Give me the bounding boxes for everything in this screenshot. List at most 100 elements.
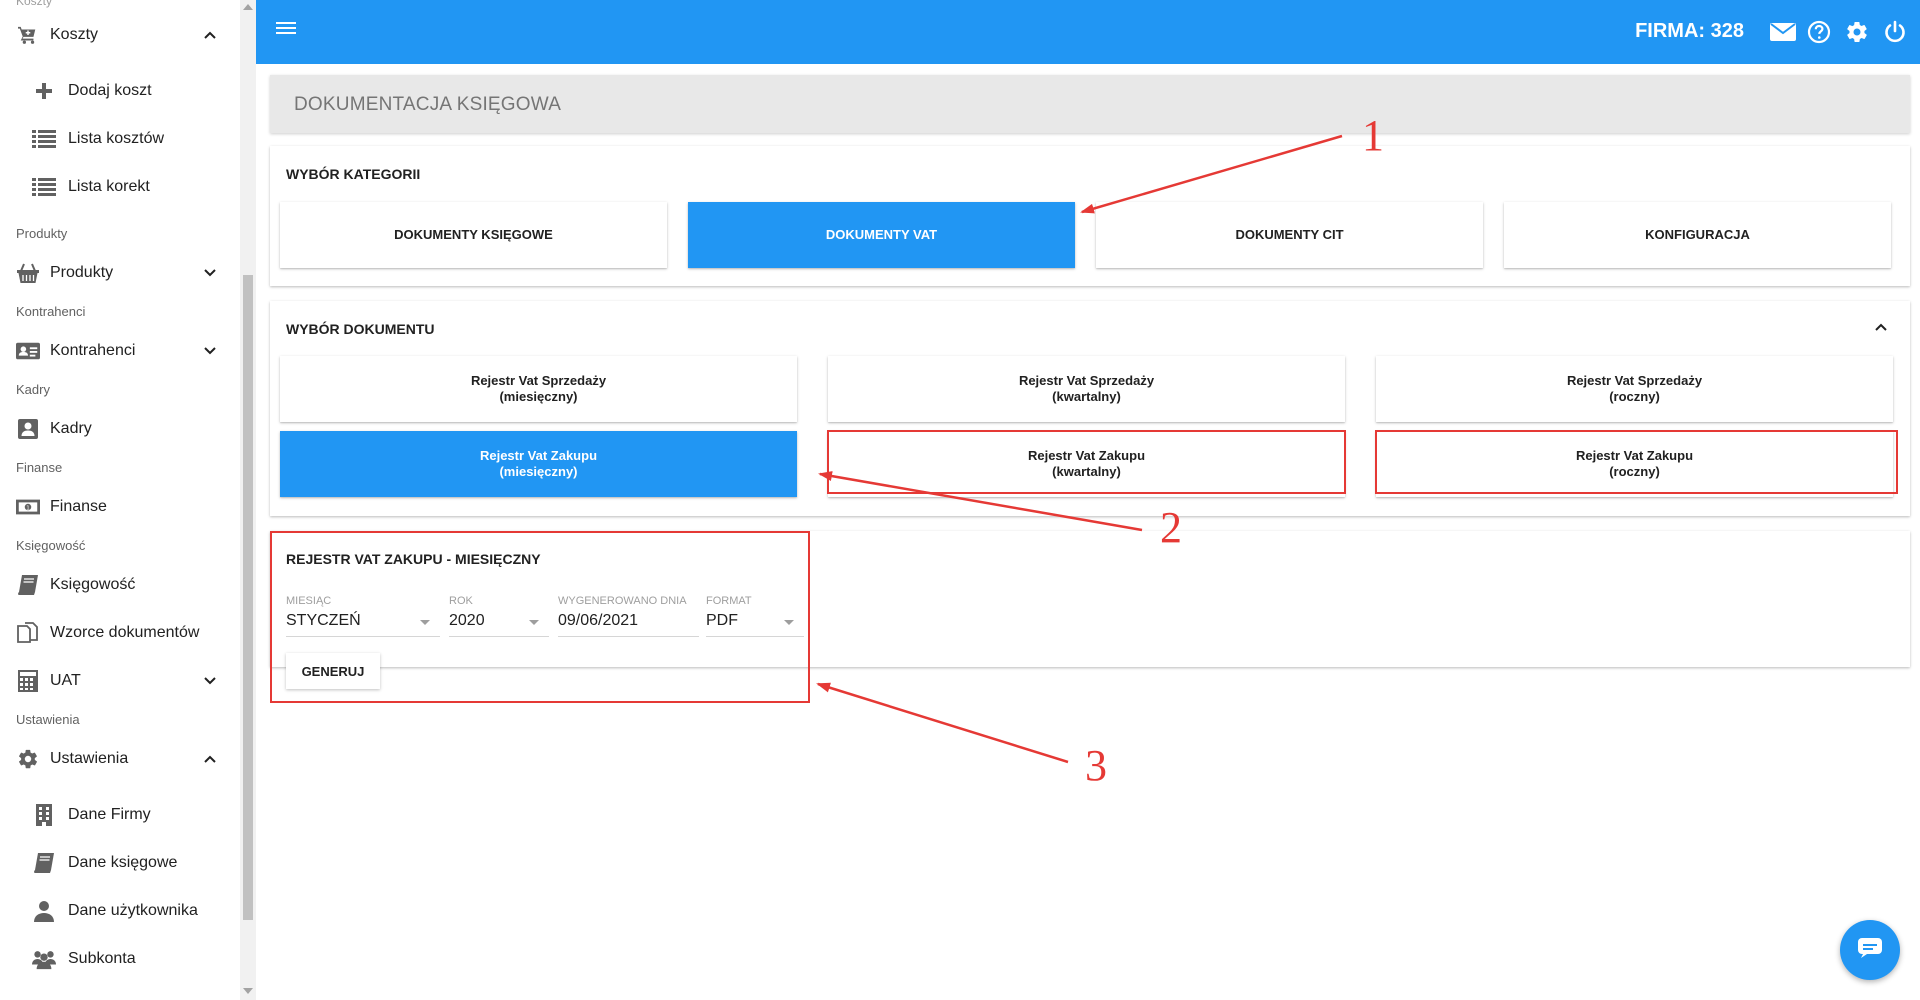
sidebar-item-uat[interactable]: UAT — [0, 660, 240, 702]
category-button-konfiguracja[interactable]: KONFIGURACJA — [1504, 202, 1891, 268]
field-value-text: STYCZEŃ — [286, 612, 361, 629]
list-icon — [32, 175, 56, 199]
users-icon — [32, 947, 56, 971]
category-button-cit[interactable]: DOKUMENTY CIT — [1096, 202, 1483, 268]
format-select[interactable]: FORMAT PDF — [706, 595, 804, 637]
dropdown-arrow-icon[interactable] — [420, 620, 430, 625]
button-label: Rejestr Vat Sprzedaży — [470, 373, 607, 388]
sidebar-item-produkty[interactable]: Produkty — [0, 252, 240, 294]
sidebar-item-finanse[interactable]: 1 Finanse — [0, 486, 240, 528]
chevron-down-icon[interactable] — [200, 341, 220, 361]
field-value-text: 09/06/2021 — [558, 612, 639, 629]
button-label: KONFIGURACJA — [1645, 227, 1750, 242]
dropdown-arrow-icon[interactable] — [784, 620, 794, 625]
sidebar-item-label: Księgowość — [50, 576, 136, 593]
plus-icon — [32, 79, 56, 103]
field-value[interactable]: STYCZEŃ — [286, 612, 440, 637]
button-sublabel: (kwartalny) — [1052, 464, 1121, 479]
top-app-bar: FIRMA: 328 — [256, 0, 1920, 64]
sidebar-item-label: Dane użytkownika — [68, 902, 198, 919]
button-label: DOKUMENTY CIT — [1235, 227, 1344, 242]
sidebar-item-label: UAT — [50, 672, 81, 689]
sidebar-item-label: Ustawienia — [50, 750, 129, 767]
sidebar-item-label: Finanse — [50, 498, 107, 515]
button-sublabel: (roczny) — [1609, 389, 1660, 404]
doc-button-zakup-kwartalny[interactable]: Rejestr Vat Zakupu (kwartalny) — [828, 431, 1345, 497]
sidebar-item-dane-ksiegowe[interactable]: Dane księgowe — [0, 842, 240, 884]
chevron-down-icon[interactable] — [200, 671, 220, 691]
basket-icon — [16, 261, 40, 285]
sidebar-item-wzorce-dokumentow[interactable]: Wzorce dokumentów — [0, 612, 240, 654]
month-select[interactable]: MIESIĄC STYCZEŃ — [286, 595, 440, 637]
field-value[interactable]: PDF — [706, 612, 804, 637]
mail-icon[interactable] — [1770, 19, 1796, 45]
field-value-text: 2020 — [449, 612, 485, 629]
button-label: Rejestr Vat Zakupu — [479, 448, 598, 463]
document-card: WYBÓR DOKUMENTU Rejestr Vat Sprzedaży (m… — [270, 301, 1910, 516]
sidebar-header-ustawienia: Ustawienia — [16, 712, 80, 727]
doc-button-zakup-miesieczny[interactable]: Rejestr Vat Zakupu (miesięczny) — [280, 431, 797, 497]
button-label: DOKUMENTY VAT — [825, 227, 938, 242]
page-title: DOKUMENTACJA KSIĘGOWA — [294, 94, 562, 115]
sidebar-item-dane-uzytkownika[interactable]: Dane użytkownika — [0, 890, 240, 932]
sidebar-cut-header: Koszty — [16, 0, 53, 8]
sidebar-item-dodaj-koszt[interactable]: Dodaj koszt — [0, 70, 240, 112]
annotation-number-2: 2 — [1160, 503, 1182, 552]
sidebar-item-kontrahenci[interactable]: Kontrahenci — [0, 330, 240, 372]
field-label: FORMAT — [706, 595, 752, 607]
sidebar-item-lista-korekt[interactable]: Lista korekt — [0, 166, 240, 208]
doc-button-sprzedaz-miesieczny[interactable]: Rejestr Vat Sprzedaży (miesięczny) — [280, 356, 797, 422]
category-card-title: WYBÓR KATEGORII — [286, 166, 421, 182]
sidebar-item-koszty[interactable]: Koszty — [0, 14, 240, 56]
chevron-up-icon[interactable] — [200, 25, 220, 45]
gear-icon — [16, 747, 40, 771]
sidebar-header-produkty: Produkty — [16, 226, 68, 241]
user-icon — [32, 899, 56, 923]
annotation-number-1: 1 — [1362, 111, 1384, 160]
book-icon — [32, 851, 56, 875]
scroll-up-icon[interactable] — [243, 4, 253, 10]
power-icon[interactable] — [1882, 19, 1908, 45]
document-card-title: WYBÓR DOKUMENTU — [286, 321, 435, 337]
hamburger-menu-icon[interactable] — [276, 20, 300, 44]
field-value[interactable]: 2020 — [449, 612, 549, 637]
doc-button-sprzedaz-roczny[interactable]: Rejestr Vat Sprzedaży (roczny) — [1376, 356, 1893, 422]
dropdown-arrow-icon[interactable] — [529, 620, 539, 625]
sidebar-scrollbar-thumb[interactable] — [243, 275, 253, 920]
sidebar-item-label: Lista korekt — [68, 178, 150, 195]
contact-card-icon — [16, 339, 40, 363]
scroll-down-icon[interactable] — [243, 988, 253, 994]
chevron-down-icon[interactable] — [200, 263, 220, 283]
doc-button-sprzedaz-kwartalny[interactable]: Rejestr Vat Sprzedaży (kwartalny) — [828, 356, 1345, 422]
year-select[interactable]: ROK 2020 — [449, 595, 549, 637]
generated-date-field[interactable]: WYGENEROWANO DNIA 09/06/2021 — [558, 595, 699, 637]
sidebar-item-ksiegowosc[interactable]: Księgowość — [0, 564, 240, 606]
sidebar-item-kadry[interactable]: Kadry — [0, 408, 240, 450]
sidebar-item-label: Kadry — [50, 420, 92, 437]
doc-button-zakup-roczny[interactable]: Rejestr Vat Zakupu (roczny) — [1376, 431, 1893, 497]
svg-text:1: 1 — [26, 505, 30, 511]
sidebar-item-subkonta[interactable]: Subkonta — [0, 938, 240, 980]
button-label: DOKUMENTY KSIĘGOWE — [394, 227, 553, 242]
sidebar-item-label: Koszty — [50, 26, 99, 43]
category-button-vat[interactable]: DOKUMENTY VAT — [688, 202, 1075, 268]
generate-button[interactable]: GENERUJ — [286, 653, 380, 689]
sidebar-item-dane-firmy[interactable]: Dane Firmy — [0, 794, 240, 836]
button-label: Rejestr Vat Sprzedaży — [1566, 373, 1703, 388]
report-card-title: REJESTR VAT ZAKUPU - MIESIĘCZNY — [286, 551, 541, 567]
chat-button[interactable] — [1840, 920, 1900, 980]
sidebar-item-lista-kosztow[interactable]: Lista kosztów — [0, 118, 240, 160]
help-icon[interactable] — [1806, 19, 1832, 45]
person-badge-icon — [16, 417, 40, 441]
category-button-ksiegowe[interactable]: DOKUMENTY KSIĘGOWE — [280, 202, 667, 268]
annotation-number-3: 3 — [1085, 741, 1107, 790]
company-label: FIRMA: 328 — [1635, 20, 1744, 42]
sidebar-item-ustawienia[interactable]: Ustawienia — [0, 738, 240, 780]
chevron-up-icon[interactable] — [1874, 319, 1890, 335]
category-card: WYBÓR KATEGORII DOKUMENTY KSIĘGOWE DOKUM… — [270, 146, 1910, 286]
field-value[interactable]: 09/06/2021 — [558, 612, 699, 637]
gear-icon[interactable] — [1844, 19, 1870, 45]
cart-icon — [16, 23, 40, 47]
report-card: REJESTR VAT ZAKUPU - MIESIĘCZNY MIESIĄC … — [270, 531, 1910, 703]
chevron-up-icon[interactable] — [200, 749, 220, 769]
